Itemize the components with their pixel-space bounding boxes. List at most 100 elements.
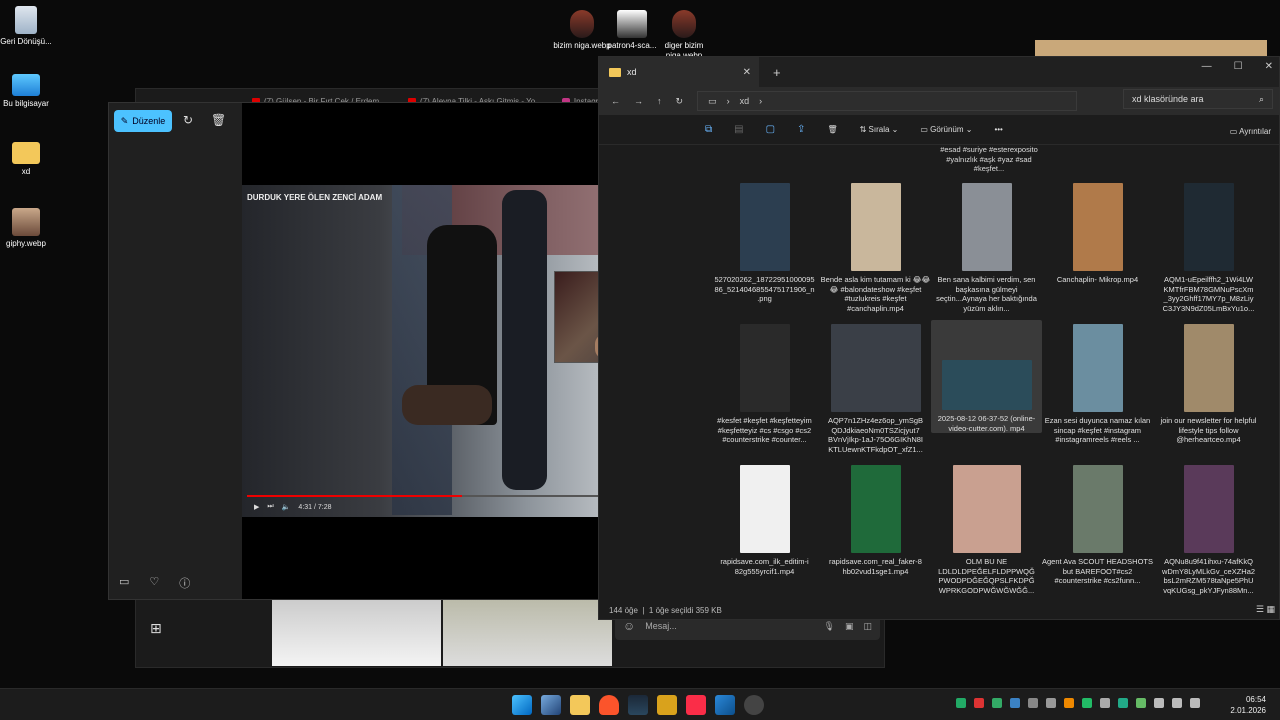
start-icon[interactable]: [512, 695, 532, 715]
tray-icon[interactable]: [1082, 698, 1092, 708]
sort-button[interactable]: ⇅ Sırala ⌄: [860, 125, 899, 134]
tray-icon[interactable]: [1064, 698, 1074, 708]
more-icon[interactable]: •••: [994, 125, 1002, 134]
maximize-icon[interactable]: ☐: [1234, 61, 1243, 72]
person-figure: [402, 385, 492, 425]
file-item[interactable]: #kesfet #keşfet #keşfetteyim #keşfetteyi…: [709, 320, 820, 445]
store-icon[interactable]: [715, 695, 735, 715]
rename-icon[interactable]: ▢: [766, 124, 775, 135]
forward-icon[interactable]: →: [634, 96, 643, 106]
sticker-icon[interactable]: ◫: [863, 621, 872, 632]
favorite-icon[interactable]: ♡: [149, 575, 159, 591]
back-icon[interactable]: ←: [611, 96, 620, 106]
up-icon[interactable]: ↑: [657, 96, 662, 106]
file-item[interactable]: Agent Ava SCOUT HEADSHOTS but BAREFOOT#c…: [1042, 461, 1153, 586]
file-explorer-window[interactable]: xd ✕ + — ☐ ✕ ← → ↑ ↻ ▭ › xd › xd klasörü…: [598, 56, 1280, 620]
desktop-icon-xd-folder[interactable]: xd: [0, 142, 56, 177]
file-item[interactable]: Canchaplin- Mikrop.mp4: [1042, 179, 1153, 285]
next-icon[interactable]: ⏭: [267, 503, 273, 511]
share-icon[interactable]: ⇪: [797, 124, 805, 135]
tray-icon[interactable]: [1136, 698, 1146, 708]
brave-icon[interactable]: [599, 695, 619, 715]
tray-icon[interactable]: [1118, 698, 1128, 708]
volume-icon[interactable]: 🔈: [282, 503, 291, 511]
computer-icon: [12, 74, 40, 96]
microphone-icon[interactable]: 🎙: [824, 621, 835, 632]
file-item[interactable]: AQNu8u9f41ihxu-74afKkQ wDmY8LyMLkGv_ceXZ…: [1153, 461, 1264, 595]
file-item[interactable]: join our newsletter for helpful lifestyl…: [1153, 320, 1264, 445]
rotate-icon[interactable]: ↻: [183, 113, 193, 127]
breadcrumb[interactable]: xd: [740, 96, 750, 106]
play-icon[interactable]: ▶: [254, 503, 259, 511]
volume-icon[interactable]: [1172, 698, 1182, 708]
system-tray: [956, 698, 1200, 708]
new-tab-icon[interactable]: +: [773, 65, 781, 80]
file-item[interactable]: OLM BU NE LDLDLDPEĞELFLDPPWQĞ PWODPDĞEĞQ…: [931, 461, 1042, 595]
tray-icon[interactable]: [1028, 698, 1038, 708]
desktop-icon-label: giphy.webp: [6, 239, 46, 248]
chevron-right-icon: ›: [759, 96, 763, 106]
file-item[interactable]: AQM1-uEpeilffh2_1Wi4LW KMTfrFBM78GMNuPsc…: [1153, 179, 1264, 313]
file-item[interactable]: rapidsave.com_real_faker-8 hb02vud1sge1.…: [820, 461, 931, 576]
desktop-icon-label: xd: [21, 167, 31, 176]
tray-icon[interactable]: [974, 698, 984, 708]
info-icon[interactable]: ⓘ: [179, 575, 190, 591]
tray-icon[interactable]: [956, 698, 966, 708]
file-item[interactable]: rapidsave.com_ilk_editim-i 82g555yrcif1.…: [709, 461, 820, 576]
refresh-icon[interactable]: ↻: [676, 96, 684, 107]
address-bar[interactable]: ▭ › xd ›: [697, 91, 1078, 111]
view-button[interactable]: ▭ Görünüm ⌄: [920, 125, 972, 134]
message-input[interactable]: Mesaj...: [645, 621, 813, 631]
game-icon[interactable]: [657, 695, 677, 715]
steam-icon[interactable]: [628, 695, 648, 715]
file-item[interactable]: 2025-08-12 06-37-52 (online-video-cutter…: [931, 320, 1042, 433]
desktop-icon-giphy[interactable]: giphy.webp: [0, 208, 56, 249]
details-button[interactable]: ▭ Ayrıntılar: [1230, 127, 1271, 136]
close-icon[interactable]: ✕: [1265, 61, 1273, 72]
clock-date: 2.01.2026: [1230, 706, 1266, 715]
desktop-icon-diger-bizim-niga[interactable]: diger bizim niga.webp: [654, 10, 714, 61]
file-item[interactable]: Bende asla kim tutamam ki 😂😂😂 #balondate…: [820, 179, 931, 313]
copy-icon[interactable]: ⧉: [705, 124, 712, 135]
gallery-icon[interactable]: [541, 695, 561, 715]
thumbnail[interactable]: [443, 600, 612, 666]
taskbar-clock[interactable]: 06:54 2.01.2026: [1230, 694, 1266, 716]
search-input[interactable]: xd klasöründe ara ⌕: [1123, 89, 1273, 109]
image-icon[interactable]: ▣: [845, 621, 854, 632]
desktop-icon-patron4[interactable]: patron4-sca...: [602, 10, 662, 51]
desktop-icon-label: patron4-sca...: [607, 41, 657, 50]
tray-icon[interactable]: [1100, 698, 1110, 708]
battery-icon[interactable]: [1190, 698, 1200, 708]
close-tab-icon[interactable]: ✕: [743, 67, 751, 78]
file-item[interactable]: 527020262_18722951000095 86_521404685547…: [709, 179, 820, 304]
edit-button[interactable]: ✎ Düzenle: [114, 110, 172, 132]
tray-icon[interactable]: [992, 698, 1002, 708]
clock-time: 06:54: [1245, 695, 1266, 704]
music-icon[interactable]: [686, 695, 706, 715]
delete-icon[interactable]: 🗑: [211, 113, 226, 127]
tray-icon[interactable]: [1010, 698, 1020, 708]
delete-icon[interactable]: 🗑: [827, 125, 837, 134]
file-name: Agent Ava SCOUT HEADSHOTS but BAREFOOT#c…: [1042, 557, 1154, 585]
image-icon: [672, 10, 696, 38]
thumbnail[interactable]: [272, 600, 441, 666]
emoji-icon[interactable]: ☺: [623, 619, 635, 633]
file-name: join our newsletter for helpful lifestyl…: [1160, 416, 1257, 444]
desktop-icon-this-pc[interactable]: Bu bilgisayar: [0, 74, 56, 109]
network-icon[interactable]: [1154, 698, 1164, 708]
filmstrip-icon[interactable]: ▭: [119, 575, 129, 591]
desktop-icon-recycle-bin[interactable]: Geri Dönüşü...: [0, 6, 56, 47]
file-item[interactable]: Ezan sesi duyunca namaz kılan sincap #ke…: [1042, 320, 1153, 445]
file-item[interactable]: AQP7n1ZHz4ez6op_ymSgB QDJdkiaeoNm0TSZicj…: [820, 320, 931, 454]
folder-icon: [12, 142, 40, 164]
tray-icon[interactable]: [1046, 698, 1056, 708]
file-explorer-icon[interactable]: [570, 695, 590, 715]
video-time: 4:31 / 7:28: [298, 503, 332, 511]
image-icon: [12, 208, 40, 236]
explorer-tab[interactable]: xd ✕: [599, 57, 759, 87]
file-item[interactable]: Ben sana kalbimi verdim, sen başkasına g…: [931, 179, 1042, 313]
paste-icon[interactable]: ▤: [734, 124, 743, 135]
view-toggle-icons[interactable]: ☰ ▦: [1256, 604, 1275, 615]
media-player-icon[interactable]: [744, 695, 764, 715]
minimize-icon[interactable]: —: [1202, 61, 1212, 72]
